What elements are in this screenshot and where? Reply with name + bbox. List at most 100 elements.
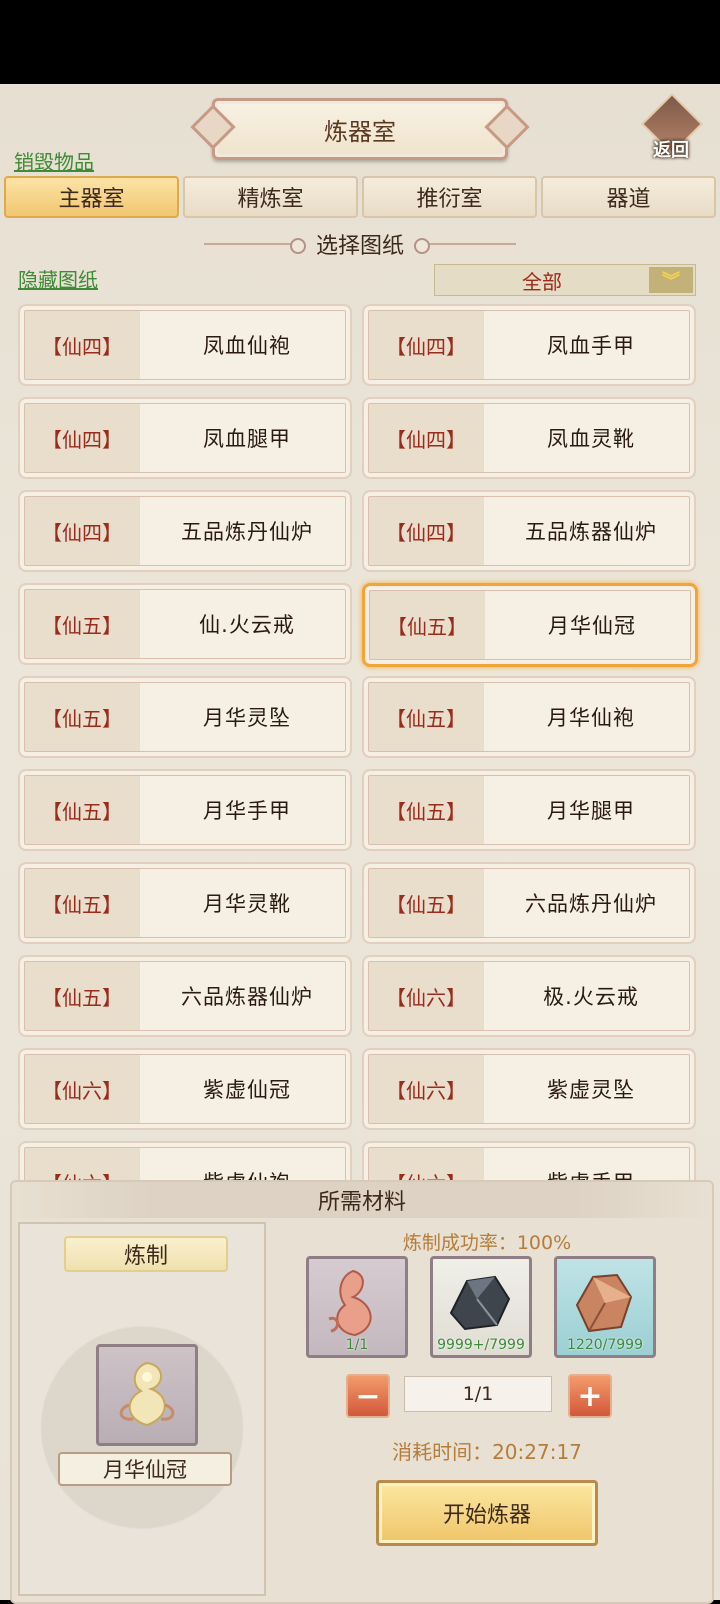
blueprint-card[interactable]: 【仙四】 凤血灵靴	[362, 397, 696, 479]
blueprint-name: 紫虚灵坠	[547, 1078, 635, 1102]
blueprint-name: 极.火云戒	[543, 985, 639, 1009]
blueprint-tier: 【仙五】	[387, 614, 467, 639]
moon-crown-icon	[119, 1361, 175, 1427]
material-slot-1[interactable]: 1/1	[306, 1256, 408, 1358]
blueprint-card[interactable]: 【仙五】 六品炼器仙炉	[18, 955, 352, 1037]
blueprint-tier: 【仙四】	[42, 334, 122, 359]
blueprint-name: 月华手甲	[203, 799, 291, 823]
blueprint-card[interactable]: 【仙五】 月华手甲	[18, 769, 352, 851]
blueprint-grid[interactable]: 【仙四】 凤血仙袍 【仙四】 凤血手甲 【仙四】 凤血腿甲 【仙四】 凤血灵靴 【仙四】 五品炼丹…	[0, 302, 720, 1254]
success-rate: 炼制成功率：100%	[402, 1232, 572, 1254]
phoenix-feather-icon	[328, 1269, 372, 1337]
ornament-left-icon	[203, 238, 306, 254]
blueprint-card[interactable]: 【仙六】 紫虚灵坠	[362, 1048, 696, 1130]
blueprint-card[interactable]: 【仙五】 月华仙袍	[362, 676, 696, 758]
tab-artifact-dao[interactable]: 器道	[541, 176, 716, 218]
quantity-stepper: − 1/1 +	[346, 1372, 612, 1418]
blueprint-tier: 【仙六】	[386, 985, 466, 1010]
blueprint-tier: 【仙四】	[42, 520, 122, 545]
blueprint-name: 五品炼器仙炉	[525, 520, 657, 544]
blueprint-name: 凤血灵靴	[547, 427, 635, 451]
blueprint-card[interactable]: 【仙四】 五品炼器仙炉	[362, 490, 696, 572]
blueprint-tier: 【仙五】	[42, 892, 122, 917]
blueprint-tier: 【仙五】	[386, 799, 466, 824]
materials-title: 所需材料	[317, 1190, 406, 1215]
materials-detail: 炼制成功率：100% 1/1 9999+/7999 1220/7999 − 1/…	[270, 1222, 704, 1594]
filter-dropdown[interactable]: 全部 ︾	[434, 264, 696, 296]
tab-refine[interactable]: 精炼室	[183, 176, 358, 218]
refinery-screen: 炼器室 返回 销毁物品 主器室 精炼室 推衍室 器道 选择图纸 隐藏图纸 全部 …	[0, 84, 720, 1604]
craft-time: 消耗时间：20:27:17	[392, 1440, 582, 1464]
back-button[interactable]: 返回	[640, 92, 704, 162]
blueprint-section-header: 选择图纸	[0, 226, 720, 262]
blueprint-name: 五品炼丹仙炉	[181, 520, 313, 544]
plus-icon: +	[577, 1378, 603, 1414]
craft-target-box: 炼制 月华仙冠	[18, 1222, 266, 1596]
blueprint-tier: 【仙五】	[386, 892, 466, 917]
blueprint-tier: 【仙五】	[42, 985, 122, 1010]
material-count-1: 1/1	[345, 1337, 369, 1353]
copper-ore-icon	[575, 1273, 633, 1333]
increase-button[interactable]: +	[568, 1374, 612, 1418]
decrease-button[interactable]: −	[346, 1374, 390, 1418]
blueprint-tier: 【仙五】	[42, 706, 122, 731]
blueprint-section-title: 选择图纸	[315, 234, 404, 259]
start-refining-button[interactable]: 开始炼器	[376, 1480, 598, 1546]
blueprint-card[interactable]: 【仙五】 月华腿甲	[362, 769, 696, 851]
blueprint-name: 凤血腿甲	[203, 427, 291, 451]
minus-icon: −	[355, 1378, 381, 1414]
blueprint-tier: 【仙五】	[386, 706, 466, 731]
material-slot-2[interactable]: 9999+/7999	[430, 1256, 532, 1358]
tab-deduce[interactable]: 推衍室	[362, 176, 537, 218]
blueprint-card[interactable]: 【仙四】 凤血仙袍	[18, 304, 352, 386]
craft-label: 炼制	[64, 1236, 228, 1272]
start-refining-label: 开始炼器	[442, 1503, 531, 1528]
destroy-items-link[interactable]: 销毁物品	[14, 146, 94, 175]
blueprint-tier: 【仙五】	[42, 799, 122, 824]
blueprint-name: 月华腿甲	[547, 799, 635, 823]
page-title-text: 炼器室	[324, 117, 396, 146]
craft-item-slot[interactable]	[96, 1344, 198, 1446]
chevron-down-icon: ︾	[649, 267, 693, 293]
blueprint-tier: 【仙六】	[42, 1078, 122, 1103]
blueprint-card[interactable]: 【仙四】 五品炼丹仙炉	[18, 490, 352, 572]
blueprint-name: 六品炼器仙炉	[181, 985, 313, 1009]
blueprint-tier: 【仙四】	[386, 334, 466, 359]
tab-main[interactable]: 主器室	[4, 176, 179, 218]
blueprint-card[interactable]: 【仙五】 月华灵坠	[18, 676, 352, 758]
material-slot-3[interactable]: 1220/7999	[554, 1256, 656, 1358]
filter-value: 全部	[522, 269, 562, 294]
blueprint-card[interactable]: 【仙五】 月华灵靴	[18, 862, 352, 944]
blueprint-tier: 【仙四】	[386, 520, 466, 545]
hide-blueprints-link[interactable]: 隐藏图纸	[18, 264, 98, 293]
craft-item-name: 月华仙冠	[58, 1452, 232, 1486]
materials-panel: 所需材料 炼制 月华仙冠 炼制成功率：100% 1/1 9999+/7999 1…	[10, 1180, 714, 1604]
blueprint-name: 月华仙冠	[548, 614, 636, 638]
quantity-value[interactable]: 1/1	[404, 1376, 552, 1412]
blueprint-card[interactable]: 【仙四】 凤血腿甲	[18, 397, 352, 479]
blueprint-name: 月华灵靴	[203, 892, 291, 916]
blueprint-card[interactable]: 【仙四】 凤血手甲	[362, 304, 696, 386]
blueprint-name: 六品炼丹仙炉	[525, 892, 657, 916]
blueprint-name: 凤血手甲	[547, 334, 635, 358]
blueprint-card[interactable]: 【仙五】 仙.火云戒	[18, 583, 352, 665]
blueprint-tier: 【仙四】	[386, 427, 466, 452]
blueprint-name: 月华仙袍	[547, 706, 635, 730]
materials-header: 所需材料	[12, 1182, 712, 1218]
material-count-3: 1220/7999	[567, 1337, 643, 1353]
blueprint-card[interactable]: 【仙五】 月华仙冠	[362, 583, 698, 667]
page-title: 炼器室	[212, 98, 508, 160]
blueprint-tier: 【仙五】	[42, 613, 122, 638]
tab-bar: 主器室 精炼室 推衍室 器道	[4, 176, 716, 218]
back-label: 返回	[653, 140, 689, 161]
blueprint-name: 紫虚仙冠	[203, 1078, 291, 1102]
blueprint-name: 仙.火云戒	[199, 613, 295, 637]
blueprint-name: 凤血仙袍	[203, 334, 291, 358]
blueprint-name: 月华灵坠	[203, 706, 291, 730]
ornament-right-icon	[414, 238, 516, 254]
blueprint-tier: 【仙四】	[42, 427, 122, 452]
blueprint-tier: 【仙六】	[386, 1078, 466, 1103]
blueprint-card[interactable]: 【仙六】 紫虚仙冠	[18, 1048, 352, 1130]
blueprint-card[interactable]: 【仙六】 极.火云戒	[362, 955, 696, 1037]
blueprint-card[interactable]: 【仙五】 六品炼丹仙炉	[362, 862, 696, 944]
